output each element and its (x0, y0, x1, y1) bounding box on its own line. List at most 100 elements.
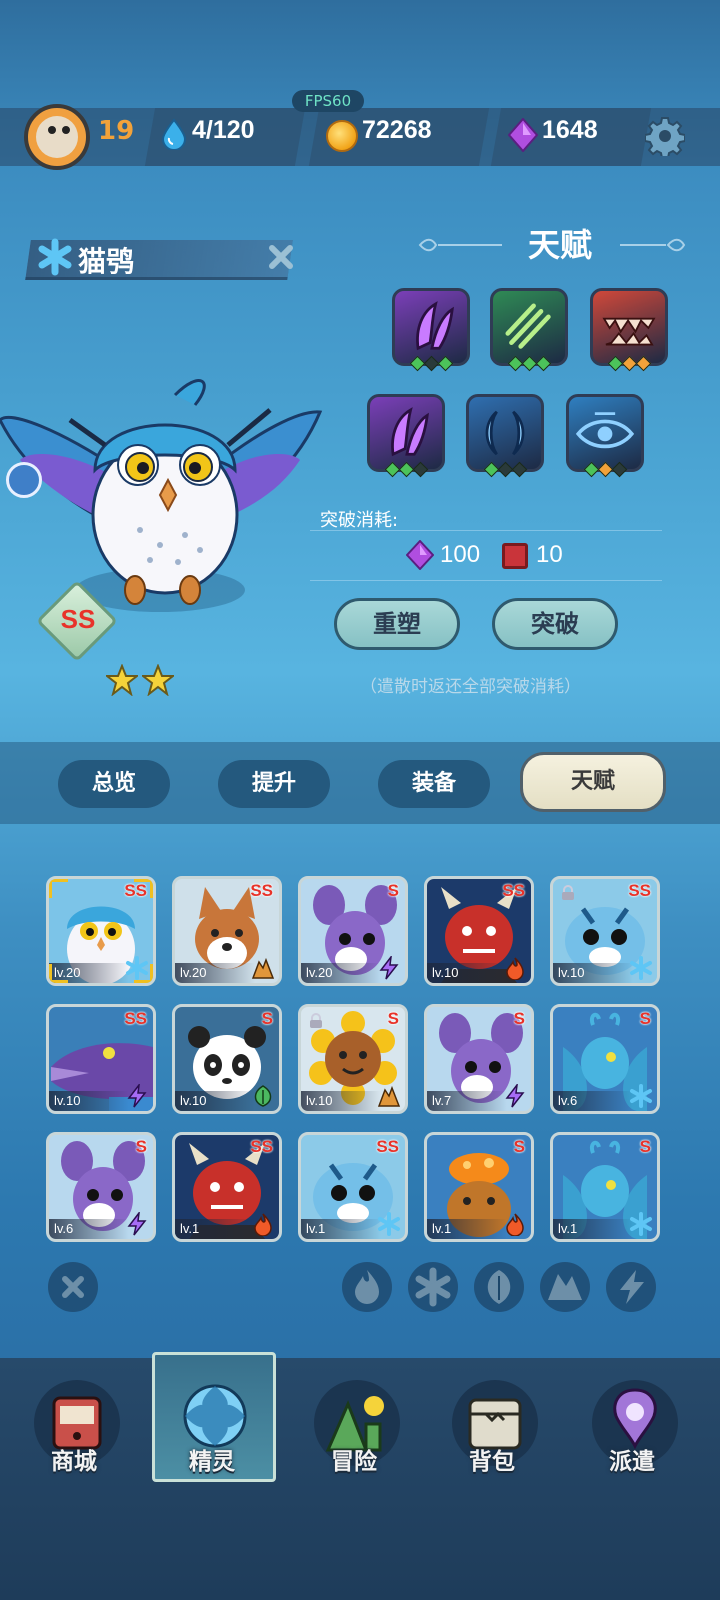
ice-element-icon (38, 238, 72, 276)
thunder-filter-button[interactable] (606, 1262, 656, 1312)
pet-card-purple-rat[interactable]: Slv.20 (298, 876, 408, 986)
nav-label: 商城 (51, 1449, 97, 1475)
gem-icon (508, 118, 538, 152)
pet-level-label: lv.6 (49, 1219, 129, 1239)
nav-label: 精灵 (189, 1449, 235, 1475)
pet-card-owl[interactable]: SS lv.20 (46, 876, 156, 986)
pet-card-panda[interactable]: Slv.10 (172, 1004, 282, 1114)
pet-card-blue-fairy[interactable]: Slv.1 (550, 1132, 660, 1242)
fire-icon (254, 1213, 272, 1236)
side-expand-button[interactable] (6, 462, 42, 498)
pet-rank-label: SS (250, 1137, 273, 1156)
tab-equipment[interactable]: 装备 (378, 760, 490, 808)
level-pip (409, 355, 425, 372)
coin-icon (326, 120, 358, 152)
level-pip (607, 355, 623, 372)
pet-card-purple-rat[interactable]: Slv.6 (46, 1132, 156, 1242)
pet-card-sunflower[interactable]: Slv.10 (298, 1004, 408, 1114)
pet-card-purple-rat[interactable]: Slv.7 (424, 1004, 534, 1114)
avatar-eye (62, 126, 70, 134)
thunder-icon (379, 956, 399, 980)
avatar-face (36, 116, 78, 158)
lock-icon (310, 1013, 322, 1028)
ice-icon (378, 1212, 400, 1236)
stamina-value: 4/120 (192, 116, 255, 144)
selection-corner (49, 964, 68, 983)
star-icon (142, 664, 174, 696)
pet-rank-label: SS (376, 1137, 399, 1156)
level-pip (507, 355, 523, 372)
pet-rank-label: S (261, 1009, 273, 1028)
divider (310, 580, 662, 581)
pet-card-red-demon[interactable]: SS lv.10 (424, 876, 534, 986)
gear-icon[interactable] (645, 116, 685, 156)
pet-rank-label: SS (124, 1009, 147, 1028)
nav-label: 派遣 (609, 1449, 655, 1475)
grass-filter-button[interactable] (474, 1262, 524, 1312)
pet-level-label: lv.10 (175, 1091, 255, 1111)
blue-moon-icon (485, 410, 525, 456)
red-fang-icon (602, 317, 656, 346)
ice-filter-button[interactable] (408, 1262, 458, 1312)
gems-value: 1648 (542, 116, 598, 144)
pet-rank-label: S (135, 1137, 147, 1156)
selection-corner (134, 964, 153, 983)
pet-card-blue-tiger[interactable]: SS lv.1 (298, 1132, 408, 1242)
nav-bag[interactable]: 背包 (442, 1380, 542, 1490)
nav-dispatch[interactable]: 派遣 (582, 1380, 682, 1490)
nav-label: 背包 (469, 1449, 515, 1475)
gem-icon (406, 540, 434, 570)
breakthrough-button[interactable]: 突破 (492, 598, 618, 650)
talent-book-icon (502, 543, 528, 569)
talent-title: 天赋 (527, 226, 592, 264)
fire-icon (506, 1213, 524, 1236)
tab-overview[interactable]: 总览 (58, 760, 170, 808)
fire-filter-button[interactable] (342, 1262, 392, 1312)
pet-card-blue-tiger[interactable]: SS lv.10 (550, 876, 660, 986)
nav-adventure[interactable]: 冒险 (304, 1380, 404, 1490)
pet-card-mushroom-toad[interactable]: Slv.1 (424, 1132, 534, 1242)
lock-icon (562, 885, 574, 900)
release-pet-button[interactable] (266, 242, 296, 272)
cost-label: 突破消耗: (320, 510, 399, 531)
level-pip (412, 461, 428, 478)
tab-upgrade[interactable]: 提升 (218, 760, 330, 808)
thunder-icon (620, 1270, 644, 1304)
pet-level-label: lv.1 (175, 1219, 255, 1239)
earth-filter-button[interactable] (540, 1262, 590, 1312)
pet-rank-label: SS (250, 881, 273, 900)
nav-spirit[interactable]: 精灵 (162, 1380, 262, 1490)
ornament-icon (418, 238, 438, 252)
player-avatar[interactable] (24, 104, 90, 170)
pet-rank-label: S (387, 881, 399, 900)
pet-portrait-owl (0, 379, 323, 612)
blue-eye-icon (575, 412, 635, 449)
talent-level-pips (367, 461, 445, 478)
nav-shop[interactable]: 商城 (24, 1380, 124, 1490)
divider (310, 530, 662, 531)
pet-card-red-demon[interactable]: SS lv.1 (172, 1132, 282, 1242)
reset-button[interactable]: 重塑 (334, 598, 460, 650)
clear-filter-filter-button[interactable] (48, 1262, 98, 1312)
avatar-eye (48, 126, 56, 134)
tab-talent[interactable]: 天赋 (520, 752, 666, 812)
pet-level-label: lv.20 (175, 963, 255, 983)
purple-wing-icon (416, 301, 454, 351)
purple-wing-icon (391, 407, 429, 457)
pet-card-blue-fairy[interactable]: Slv.6 (550, 1004, 660, 1114)
talent-level-pips (490, 355, 568, 372)
pet-rank: SS (60, 604, 96, 634)
grass-icon (254, 1085, 272, 1107)
pet-card-crocodile[interactable]: SS lv.10 (46, 1004, 156, 1114)
clear-filter-icon (62, 1276, 84, 1298)
level-pip (635, 355, 651, 372)
pet-rank-label: SS (502, 881, 525, 900)
thunder-icon (127, 1212, 147, 1236)
grass-icon (487, 1270, 511, 1304)
level-pip (611, 461, 627, 478)
ornament-icon (666, 238, 686, 252)
player-level: 19 (98, 116, 135, 146)
level-pip (398, 461, 414, 478)
pet-level-label: lv.1 (301, 1219, 381, 1239)
pet-card-shiba[interactable]: SS lv.20 (172, 876, 282, 986)
